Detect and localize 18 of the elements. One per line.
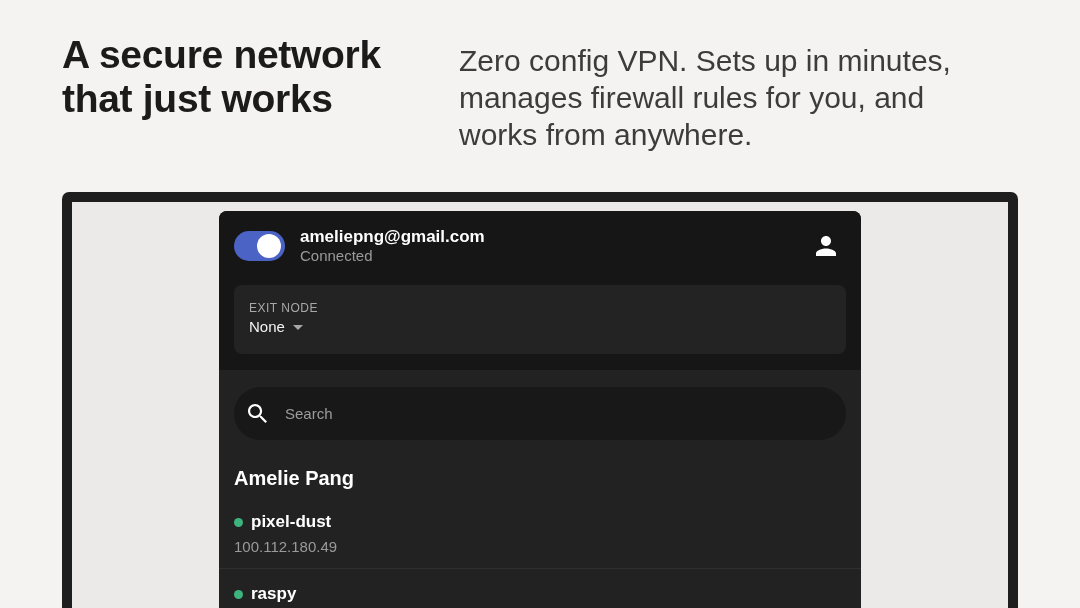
- device-name: raspy: [251, 583, 297, 605]
- device-address: 100.112.180.49: [234, 537, 338, 557]
- description: Zero config VPN. Sets up in minutes, manages firewall rules for you, and works from anywhere.: [459, 43, 952, 153]
- device-row[interactable]: raspy: [219, 569, 861, 608]
- account-email: ameliepng@gmail.com: [300, 227, 485, 247]
- device-name: pixel-dust: [251, 511, 332, 533]
- search-field[interactable]: Search: [234, 387, 846, 440]
- device-row[interactable]: pixel-dust 100.112.180.49: [219, 497, 861, 569]
- exit-node-label: EXIT NODE: [249, 300, 318, 316]
- vpn-toggle[interactable]: [234, 231, 285, 261]
- connection-status: Connected: [300, 247, 373, 265]
- account-button[interactable]: [816, 236, 836, 256]
- headline: A secure network that just works: [62, 33, 382, 121]
- person-icon: [816, 236, 836, 256]
- caret-icon: [292, 324, 303, 330]
- search-icon: [248, 404, 267, 423]
- exit-node-dropdown[interactable]: None: [249, 317, 303, 337]
- owner-name: Amelie Pang: [234, 466, 355, 491]
